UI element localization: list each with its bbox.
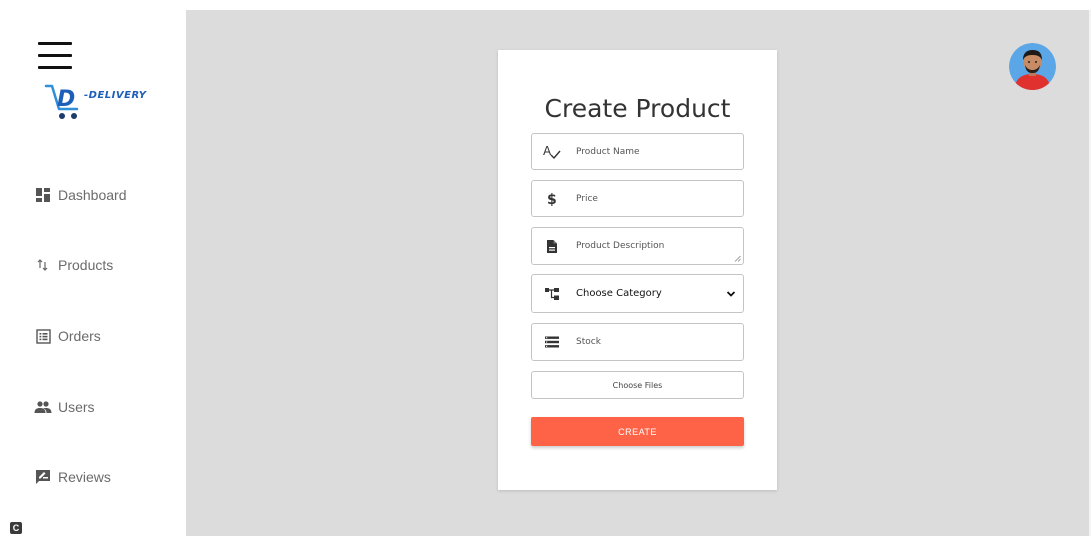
app-root: D -DELIVERY Dashboard Products Orders Us… <box>0 0 1091 536</box>
sidebar-item-reviews[interactable]: Reviews <box>34 466 111 488</box>
sidebar: D -DELIVERY Dashboard Products Orders Us… <box>0 0 186 536</box>
avatar[interactable] <box>1009 43 1056 90</box>
cart-logo-icon: D <box>44 84 79 119</box>
sidebar-item-label: Orders <box>58 328 101 344</box>
price-field-wrapper: $ <box>531 180 744 217</box>
sidebar-item-users[interactable]: Users <box>34 396 95 418</box>
import-export-icon <box>34 256 52 274</box>
stock-input[interactable] <box>576 337 743 347</box>
sidebar-item-label: Dashboard <box>58 187 127 203</box>
chevron-down-icon <box>726 291 736 297</box>
dollar-icon: $ <box>543 190 561 208</box>
account-tree-icon <box>543 285 561 303</box>
menu-icon[interactable] <box>38 40 72 70</box>
spellcheck-icon: A <box>543 143 561 161</box>
sidebar-item-label: Products <box>58 257 114 273</box>
create-button[interactable]: CREATE <box>531 417 744 446</box>
description-field-wrapper <box>531 227 744 265</box>
price-input[interactable] <box>576 193 743 204</box>
stock-field-wrapper <box>531 323 744 361</box>
dashboard-icon <box>34 186 52 204</box>
storage-icon <box>543 333 561 351</box>
svg-text:$: $ <box>547 192 557 207</box>
brand-name: -DELIVERY <box>84 90 147 101</box>
corner-badge-icon: C <box>10 522 22 534</box>
brand-logo[interactable]: D -DELIVERY <box>44 82 164 124</box>
description-icon <box>543 237 561 255</box>
page-title: Create Product <box>544 94 731 123</box>
sidebar-item-products[interactable]: Products <box>34 254 113 276</box>
sidebar-item-label: Reviews <box>58 469 111 485</box>
sidebar-item-label: Users <box>58 399 95 415</box>
category-field-wrapper: Choose Category <box>531 274 744 313</box>
list-alt-icon <box>34 327 52 345</box>
sidebar-item-dashboard[interactable]: Dashboard <box>34 184 127 206</box>
choose-files-button[interactable]: Choose Files <box>531 371 744 399</box>
create-product-card: Create Product A $ Choose Ca <box>498 50 777 490</box>
resize-grip-icon[interactable] <box>734 255 741 262</box>
product-description-input[interactable] <box>576 239 743 253</box>
svg-text:D: D <box>57 87 75 112</box>
product-name-input[interactable] <box>576 146 743 157</box>
people-icon <box>34 398 52 416</box>
product-name-field-wrapper: A <box>531 133 744 170</box>
svg-text:A: A <box>543 144 552 158</box>
category-select[interactable]: Choose Category <box>576 288 743 299</box>
sidebar-item-orders[interactable]: Orders <box>34 325 101 347</box>
rate-review-icon <box>34 468 52 486</box>
